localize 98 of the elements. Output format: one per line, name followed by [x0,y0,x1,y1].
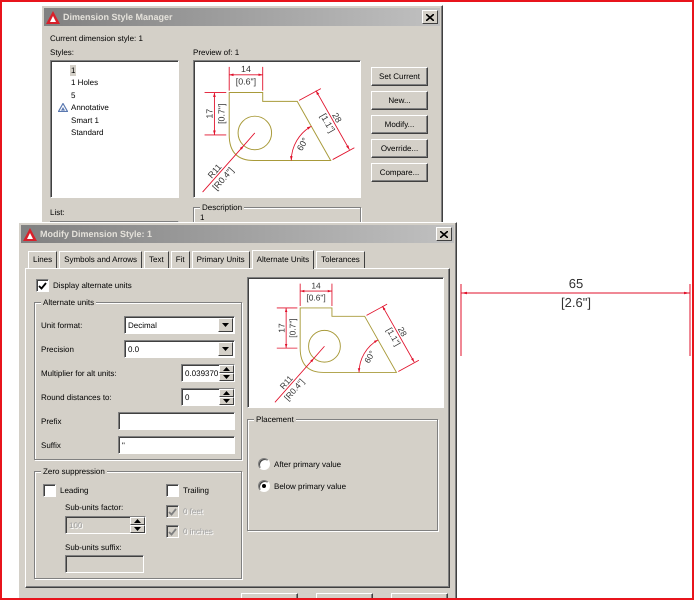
group-title: Placement [254,414,296,425]
dialog-button[interactable]: Compare... [371,163,428,182]
spinner-field[interactable]: 0.039370 [181,364,235,382]
dimension-text: 17 [204,108,214,119]
dialog-button[interactable]: Set Current [371,67,428,86]
caret-up-icon [223,391,230,395]
tab[interactable]: Symbols and Arrows [59,251,142,268]
tab[interactable]: Alternate Units [252,250,314,269]
dimension-text: [0.6"] [236,76,256,87]
input-field[interactable]: " [118,436,235,454]
dimension-line [300,283,332,306]
radio-label: Below primary value [274,480,346,492]
leader-line [274,346,325,403]
checkbox[interactable] [166,484,179,497]
dimension-text: [2.6"] [561,295,591,310]
dimension-line [204,92,227,136]
dropdown-field[interactable]: Decimal [124,316,235,334]
dimension-text: 14 [241,64,251,74]
dropdown-button[interactable] [218,342,233,356]
spin-up-button[interactable] [219,365,234,373]
dimension-text: 14 [311,280,321,290]
dimension-line [228,66,264,91]
caret-down-icon [223,375,230,379]
field-label: Round distances to: [41,392,113,402]
group-title: Zero suppression [41,466,107,477]
close-button[interactable] [436,227,452,241]
dimension-text: 60° [362,348,378,365]
list-item[interactable]: Annotative [70,102,110,114]
caret-down-icon [223,399,230,403]
dialog-button[interactable]: Modify... [371,115,428,134]
tab[interactable]: Text [144,251,169,268]
dimension-line [276,308,298,349]
label-text: Preview of: 1 [193,47,240,58]
dimension-text: [0.7"] [216,104,226,124]
field-value: " [122,440,125,450]
group-title: Description [200,202,244,213]
window-title: Modify Dimension Style: 1 [40,228,152,240]
tab[interactable]: Fit [170,251,190,268]
caret-up-icon [223,367,230,371]
leader-line [202,132,256,193]
checkbox-label: Leading [60,485,88,496]
tab[interactable]: Lines [28,251,58,268]
dimension-text: [0.7"] [288,318,298,338]
field-value: 0.0 [128,344,140,354]
field-label: Suffix [41,440,62,450]
checkmark-icon [168,508,177,516]
field-label: Precision [41,344,75,354]
dropdown-field[interactable]: 0.0 [124,340,235,358]
radio-button[interactable] [258,458,270,470]
dimension-text: 65 [568,276,584,291]
radio-label: After primary value [274,458,342,470]
dialog-button[interactable]: New... [371,91,428,110]
dimension-text: 60° [294,136,310,153]
field-value: 0 [185,392,190,402]
tab[interactable]: Tolerances [316,251,365,268]
field-label: Prefix [41,416,62,426]
close-button[interactable] [422,10,438,24]
app-logo-icon [23,228,37,240]
label-text: Styles: [50,47,76,58]
field-label: Unit format: [41,320,84,330]
checkbox-label: Display alternate units [53,280,132,291]
caret-down-icon [222,347,229,351]
caret-up-icon [134,519,141,523]
label-text: List: [50,207,66,218]
dropdown-button[interactable] [218,318,233,332]
list-item[interactable]: 5 [70,90,76,101]
field-label: Sub-units suffix: [65,542,123,553]
spin-down-button[interactable] [219,397,234,405]
field-value: 0.039370 [185,368,218,378]
radio-button[interactable] [258,480,270,492]
window-title: Dimension Style Manager [63,12,173,22]
close-icon [426,14,434,20]
input-field[interactable] [118,412,235,430]
checkbox-label: Trailing [183,485,209,496]
close-icon [440,230,448,238]
field-value: Decimal [128,320,157,330]
list-item[interactable]: 1 Holes [70,77,100,88]
checkbox[interactable] [36,279,49,292]
field-label: Multiplier for alt units: [41,368,118,378]
list-item[interactable]: Standard [70,127,104,138]
app-logo-icon [46,10,60,24]
field-label: Sub-units factor: [65,502,124,513]
spin-down-button[interactable] [219,373,234,381]
caret-down-icon [134,527,141,531]
label-text: Current dimension style: 1 [50,33,144,44]
caret-down-icon [222,323,229,327]
list-item[interactable]: 1 [70,64,76,76]
spin-up-button[interactable] [219,389,234,397]
checkmark-icon [168,528,177,536]
dialog-button[interactable]: Override... [371,139,428,158]
checkbox[interactable] [43,484,56,497]
dimension-text: [0.6"] [306,292,326,302]
list-item[interactable]: Smart 1 [70,114,100,126]
dimension-text: 17 [276,323,286,333]
checkmark-icon [38,282,47,290]
spinner-field[interactable]: 0 [181,388,235,406]
group-title: Alternate units [41,297,96,308]
tab[interactable]: Primary Units [192,251,250,268]
